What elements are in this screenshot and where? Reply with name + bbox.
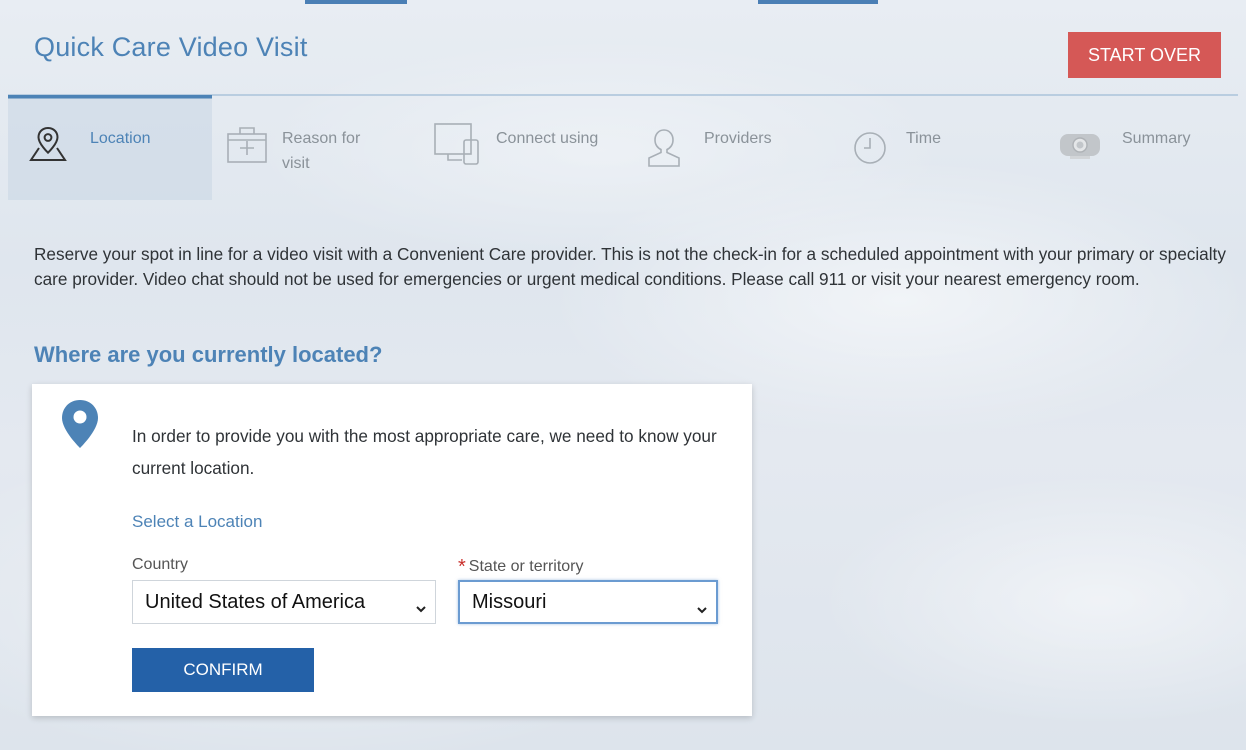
chevron-down-icon <box>415 597 427 620</box>
country-value: United States of America <box>145 590 366 613</box>
step-label: Reason for visit <box>282 130 361 172</box>
start-over-button[interactable]: START OVER <box>1068 32 1221 78</box>
page-title: Quick Care Video Visit <box>34 32 308 62</box>
step-summary[interactable]: Summary <box>1058 98 1238 200</box>
location-explanation: In order to provide you with the most ap… <box>132 426 717 478</box>
person-icon <box>644 126 684 172</box>
step-providers[interactable]: Providers <box>630 98 844 200</box>
step-reason[interactable]: Reason for visit <box>212 98 418 200</box>
devices-icon <box>432 120 482 172</box>
step-label: Providers <box>704 130 772 147</box>
location-question: Where are you currently located? <box>34 342 383 367</box>
clock-icon <box>850 128 890 172</box>
step-connect[interactable]: Connect using <box>418 98 630 200</box>
location-card: In order to provide you with the most ap… <box>32 384 752 716</box>
step-label: Time <box>906 130 941 147</box>
country-select[interactable]: United States of America <box>132 580 436 624</box>
state-label: * State or territory <box>458 556 584 579</box>
confirm-button[interactable]: CONFIRM <box>132 648 314 692</box>
state-select[interactable]: Missouri <box>458 580 718 624</box>
step-location[interactable]: Location <box>8 98 212 200</box>
intro-text: Reserve your spot in line for a video vi… <box>34 244 1226 289</box>
step-label: Summary <box>1122 130 1191 147</box>
header: Quick Care Video Visit START OVER <box>8 0 1238 96</box>
app: Quick Care Video Visit START OVER Locati… <box>8 0 1238 750</box>
step-navigation: Location Reason for visit Connect using … <box>8 98 1238 200</box>
location-pin-icon <box>58 398 102 454</box>
chevron-down-icon <box>696 598 708 621</box>
step-label: Connect using <box>496 130 599 147</box>
camera-icon <box>1058 128 1106 168</box>
required-marker: * <box>458 556 466 578</box>
state-label-text: State or territory <box>468 558 584 575</box>
step-label: Location <box>90 130 151 147</box>
medical-kit-icon <box>224 124 270 168</box>
map-pin-icon <box>26 122 70 170</box>
step-time[interactable]: Time <box>844 98 1058 200</box>
select-location-heading: Select a Location <box>132 512 263 531</box>
country-label: Country <box>132 556 189 573</box>
state-value: Missouri <box>472 590 547 613</box>
